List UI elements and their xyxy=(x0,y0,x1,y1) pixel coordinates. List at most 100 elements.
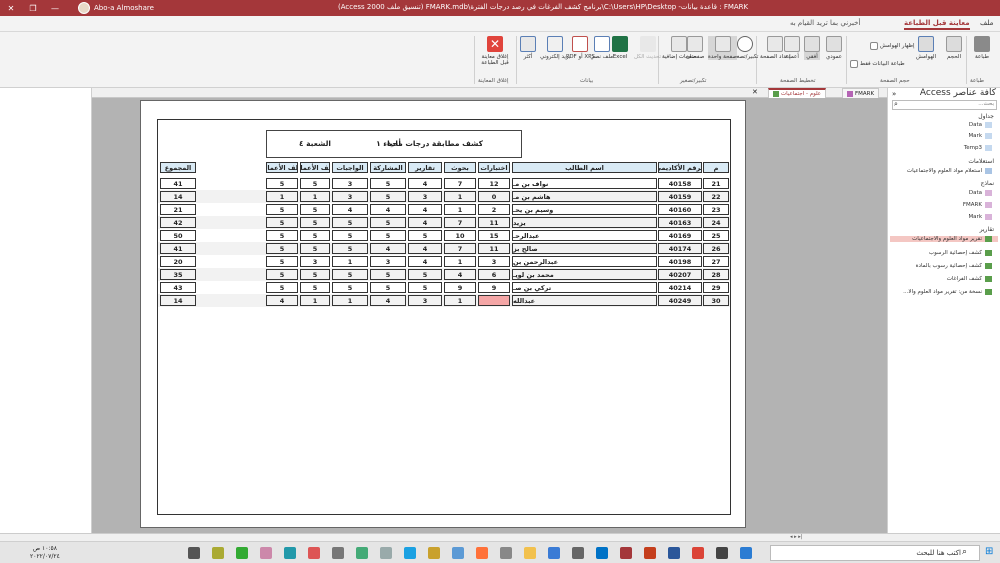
firefox-icon[interactable] xyxy=(476,547,488,559)
app-icon[interactable] xyxy=(404,547,416,559)
tab-print-preview[interactable]: معاينة قبل الطباعة xyxy=(904,19,970,30)
email-button[interactable]: بريد إلكتروني xyxy=(540,36,570,60)
taskbar-clock[interactable]: ١٠:٥٨ ص ٢٠٢٢/٠٧/٢٤ xyxy=(30,545,60,561)
print-data-only-checkbox[interactable]: طباعة البيانات فقط xyxy=(850,60,905,68)
nav-search-input[interactable]: بحث... xyxy=(892,100,997,110)
table-cell: 5 xyxy=(332,217,368,228)
nav-table-temp3[interactable]: Temp3 xyxy=(964,145,992,151)
table-cell: 35 xyxy=(160,269,196,280)
size-button[interactable]: الحجم xyxy=(946,36,962,60)
app-icon[interactable] xyxy=(380,547,392,559)
tab-report[interactable]: علوم - اجتماعيات xyxy=(768,88,827,98)
more-pages-button[interactable]: صفحات إضافية xyxy=(662,36,697,60)
close-tab-icon[interactable]: ✕ xyxy=(752,88,758,96)
table-cell: 5 xyxy=(370,269,406,280)
edge-icon[interactable] xyxy=(740,547,752,559)
print-button[interactable]: طباعة xyxy=(974,36,990,60)
show-margins-checkbox[interactable]: إظهار الهوامش xyxy=(870,42,915,50)
user-account[interactable]: Abo-a Almoshare xyxy=(78,2,154,14)
nav-report[interactable]: كشف إحصائية رسوب بالمادة xyxy=(916,263,992,269)
nav-report[interactable]: كشف إحصائية الرسوب xyxy=(929,250,992,256)
app-icon[interactable] xyxy=(332,547,344,559)
nav-form-fmark[interactable]: FMARK xyxy=(963,202,992,208)
minimize-window-icon[interactable]: — xyxy=(44,0,66,16)
checkbox-icon xyxy=(850,60,858,68)
page-setup-icon xyxy=(767,36,784,52)
nav-table-data[interactable]: Data xyxy=(969,122,992,128)
nav-section-forms[interactable]: نماذج xyxy=(980,180,994,187)
powerpoint-icon[interactable] xyxy=(644,547,656,559)
app-icon[interactable] xyxy=(356,547,368,559)
close-preview-button[interactable]: ✕ إغلاق معاينة قبل الطباعة xyxy=(480,36,510,66)
table-cell: 1 xyxy=(300,191,330,202)
table-cell: 2 xyxy=(478,204,510,215)
title-bar: ✕ ❐ — Abo-a Almoshare FMARK : قاعدة بيان… xyxy=(0,0,1000,16)
app-icon[interactable] xyxy=(284,547,296,559)
page-navigator[interactable]: ◂ ▸ ▸| xyxy=(790,534,802,540)
table-cell: 4 xyxy=(444,269,476,280)
taskbar-search-input[interactable]: اكتب هنا للبحث xyxy=(770,545,980,561)
nav-report-selected[interactable]: تقرير مواد العلوم والاجتماعيات xyxy=(890,236,998,242)
table-cell: 26 xyxy=(703,243,729,254)
tab-file[interactable]: ملف xyxy=(980,19,993,27)
nav-section-queries[interactable]: استعلامات xyxy=(968,158,994,165)
nav-query[interactable]: استعلام مواد العلوم والاجتماعيات xyxy=(907,168,992,174)
app-icon[interactable] xyxy=(500,547,512,559)
store-icon[interactable] xyxy=(716,547,728,559)
page-setup-button[interactable]: إعداد الصفحة xyxy=(760,36,791,60)
word-icon[interactable] xyxy=(668,547,680,559)
table-icon xyxy=(985,122,992,128)
table-cell: 30 xyxy=(703,295,729,306)
nav-table-mark[interactable]: Mark xyxy=(968,133,992,139)
table-cell: 21 xyxy=(160,204,196,215)
windows-start-icon[interactable]: ⊞ xyxy=(985,546,993,557)
excel-export-button[interactable]: Excel xyxy=(612,36,628,60)
app-icon[interactable] xyxy=(212,547,224,559)
restore-window-icon[interactable]: ❐ xyxy=(22,0,44,16)
column-header: ملف الأعمال xyxy=(300,162,330,173)
window-title: FMARK : قاعدة بيانات- C:\Users\HP\Deskto… xyxy=(338,3,749,11)
app-icon[interactable] xyxy=(308,547,320,559)
landscape-button[interactable]: أفقي xyxy=(804,36,820,60)
nav-form-mark[interactable]: Mark xyxy=(968,214,992,220)
mail-icon[interactable] xyxy=(548,547,560,559)
tell-me-box[interactable]: أخبرني بما تريد القيام به xyxy=(790,19,860,27)
table-cell: 4 xyxy=(266,295,298,306)
nav-report[interactable]: كشف الفراغات xyxy=(947,276,992,282)
table-cell: 3 xyxy=(478,256,510,267)
app-icon[interactable] xyxy=(236,547,248,559)
one-page-button[interactable]: صفحة واحدة xyxy=(708,36,738,60)
app-icon[interactable] xyxy=(572,547,584,559)
table-cell: 24 xyxy=(703,217,729,228)
access-icon[interactable] xyxy=(620,547,632,559)
nav-section-reports[interactable]: تقارير xyxy=(980,226,994,233)
table-cell: 1 xyxy=(266,191,298,202)
ribbon-tabs: ملف معاينة قبل الطباعة أخبرني بما تريد ا… xyxy=(0,16,1000,32)
refresh-all-button[interactable]: تحديث الكل xyxy=(634,36,661,60)
nav-section-tables[interactable]: جداول xyxy=(978,113,994,120)
app-icon[interactable] xyxy=(428,547,440,559)
portrait-button[interactable]: عمودي xyxy=(826,36,842,60)
app-icon[interactable] xyxy=(260,547,272,559)
nav-report[interactable]: نسخة من: تقرير مواد العلوم والا... xyxy=(903,289,992,295)
more-export-button[interactable]: أكثر xyxy=(520,36,536,60)
table-cell: عبدالرحـ xyxy=(512,230,657,241)
mail-icon xyxy=(547,36,564,52)
nav-form-data[interactable]: Data xyxy=(969,190,992,196)
outlook-icon[interactable] xyxy=(596,547,608,559)
folder-icon[interactable] xyxy=(524,547,536,559)
close-window-icon[interactable]: ✕ xyxy=(0,0,22,16)
tab-fmark[interactable]: FMARK xyxy=(842,88,880,98)
column-header: الواجبات xyxy=(332,162,368,173)
database-icon xyxy=(520,36,536,52)
app-icon[interactable] xyxy=(452,547,464,559)
collapse-nav-icon[interactable]: « xyxy=(892,90,896,98)
table-cell: 3 xyxy=(408,295,442,306)
table-cell: 5 xyxy=(266,256,298,267)
chrome-icon[interactable] xyxy=(692,547,704,559)
portrait-icon xyxy=(826,36,843,52)
app-icon[interactable] xyxy=(188,547,200,559)
table-cell: 5 xyxy=(300,269,330,280)
margins-button[interactable]: الهوامش xyxy=(916,36,936,60)
nav-title[interactable]: كافة عناصر Access xyxy=(920,88,996,98)
